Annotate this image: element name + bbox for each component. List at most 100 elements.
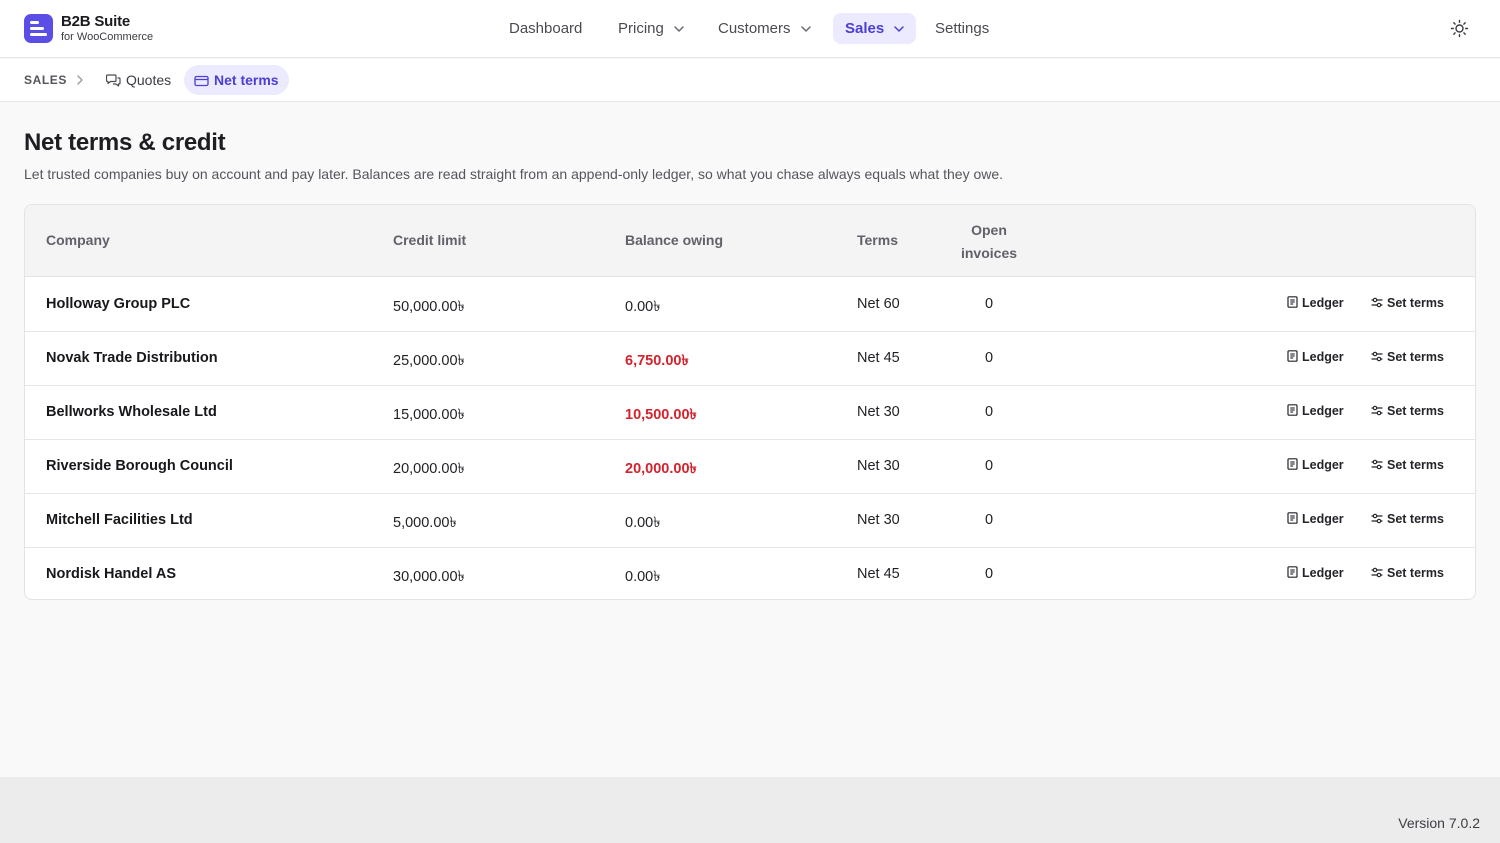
- table-row: Holloway Group PLC 50,000.00৳ 0.00৳ Net 60 0…: [25, 278, 1475, 332]
- set-terms-button-label: Set terms: [1387, 458, 1444, 472]
- ledger-button-label: Ledger: [1302, 296, 1344, 310]
- table-row: Nordisk Handel AS 30,000.00৳ 0.00৳ Net 45 0 L…: [25, 548, 1475, 599]
- nav-pricing[interactable]: Pricing: [606, 13, 696, 44]
- balance-owing: 6,750.00৳: [625, 353, 689, 369]
- ledger-button[interactable]: Ledger: [1287, 512, 1344, 526]
- app-logo-icon[interactable]: [24, 14, 53, 43]
- set-terms-button[interactable]: Set terms: [1371, 404, 1444, 418]
- breadcrumb-net-terms[interactable]: Net terms: [184, 65, 289, 95]
- set-terms-button-label: Set terms: [1387, 566, 1444, 580]
- ledger-button-label: Ledger: [1302, 458, 1344, 472]
- balance-owing: 0.00৳: [625, 515, 661, 531]
- credit-limit: 15,000.00৳: [393, 407, 465, 423]
- payment-terms: Net 45: [857, 566, 900, 582]
- top-navigation: B2B Suite for WooCommerce Dashboard Pric…: [0, 0, 1500, 58]
- nav-customers[interactable]: Customers: [706, 13, 823, 44]
- chevron-down-icon: [894, 26, 905, 32]
- ledger-icon: [1287, 296, 1298, 308]
- open-invoices-count: 0: [984, 350, 994, 366]
- payment-terms: Net 45: [857, 350, 900, 366]
- nav-sales[interactable]: Sales: [833, 13, 917, 44]
- table-row: Riverside Borough Council 20,000.00৳ 20,00…: [25, 440, 1475, 494]
- nav-settings-label: Settings: [935, 20, 990, 37]
- column-header-credit-limit: Credit limit: [393, 232, 467, 248]
- table-row: Bellworks Wholesale Ltd 15,000.00৳ 10,500.…: [25, 386, 1475, 440]
- chevron-down-icon: [674, 26, 684, 32]
- nav-settings[interactable]: Settings: [923, 13, 1001, 44]
- net-terms-table: Company Credit limit Balance owing Terms…: [24, 204, 1476, 600]
- set-terms-button[interactable]: Set terms: [1371, 350, 1444, 364]
- nav-sales-label: Sales: [845, 20, 885, 37]
- ledger-button[interactable]: Ledger: [1287, 350, 1344, 364]
- chat-bubbles-icon: [105, 74, 121, 87]
- ledger-button[interactable]: Ledger: [1287, 458, 1344, 472]
- ledger-icon: [1287, 458, 1298, 470]
- sliders-icon: [1371, 459, 1383, 470]
- table-row: Mitchell Facilities Ltd 5,000.00৳ 0.00৳ Net…: [25, 494, 1475, 548]
- column-header-terms: Terms: [857, 232, 898, 248]
- company-name: Riverside Borough Council: [46, 458, 233, 474]
- page-title: Net terms & credit: [24, 129, 226, 156]
- table-row: Novak Trade Distribution 25,000.00৳ 6,750.…: [25, 332, 1475, 386]
- balance-owing: 0.00৳: [625, 569, 661, 585]
- payment-terms: Net 30: [857, 404, 900, 420]
- column-header-open-invoices-line2: invoices: [960, 245, 1018, 261]
- version-label: Version 7.0.2: [1398, 815, 1480, 831]
- balance-owing: 0.00৳: [625, 299, 661, 315]
- breadcrumb-quotes-label: Quotes: [126, 72, 172, 88]
- nav-dashboard[interactable]: Dashboard: [497, 13, 594, 44]
- ledger-button-label: Ledger: [1302, 350, 1344, 364]
- ledger-icon: [1287, 566, 1298, 578]
- payment-terms: Net 30: [857, 512, 900, 528]
- ledger-button[interactable]: Ledger: [1287, 296, 1344, 310]
- column-header-balance-owing: Balance owing: [625, 232, 724, 248]
- chevron-right-icon: [77, 75, 83, 85]
- balance-owing: 10,500.00৳: [625, 407, 697, 423]
- column-header-company: Company: [46, 232, 110, 248]
- sliders-icon: [1371, 405, 1383, 416]
- table-header: Company Credit limit Balance owing Terms…: [25, 205, 1475, 277]
- app-name: B2B Suite: [61, 13, 131, 30]
- sliders-icon: [1371, 351, 1383, 362]
- ledger-icon: [1287, 404, 1298, 416]
- company-name: Novak Trade Distribution: [46, 350, 218, 366]
- set-terms-button-label: Set terms: [1387, 512, 1444, 526]
- set-terms-button-label: Set terms: [1387, 350, 1444, 364]
- set-terms-button-label: Set terms: [1387, 404, 1444, 418]
- nav-dashboard-label: Dashboard: [509, 20, 583, 37]
- open-invoices-count: 0: [984, 512, 994, 528]
- set-terms-button[interactable]: Set terms: [1371, 458, 1444, 472]
- ledger-button-label: Ledger: [1302, 566, 1344, 580]
- credit-card-icon: [194, 75, 209, 87]
- payment-terms: Net 30: [857, 458, 900, 474]
- set-terms-button-label: Set terms: [1387, 296, 1444, 310]
- credit-limit: 50,000.00৳: [393, 299, 465, 315]
- payment-terms: Net 60: [857, 296, 900, 312]
- breadcrumb-root[interactable]: SALES: [24, 73, 67, 87]
- nav-customers-label: Customers: [718, 20, 791, 37]
- open-invoices-count: 0: [984, 566, 994, 582]
- company-name: Mitchell Facilities Ltd: [46, 512, 193, 528]
- page-description: Let trusted companies buy on account and…: [24, 166, 1004, 182]
- column-header-open-invoices-line1: Open: [971, 222, 1007, 238]
- company-name: Bellworks Wholesale Ltd: [46, 404, 217, 420]
- column-header-open-invoices: Open invoices: [949, 219, 1029, 265]
- sun-icon[interactable]: [1449, 18, 1470, 39]
- sliders-icon: [1371, 297, 1383, 308]
- open-invoices-count: 0: [984, 404, 994, 420]
- set-terms-button[interactable]: Set terms: [1371, 512, 1444, 526]
- open-invoices-count: 0: [984, 296, 994, 312]
- company-name: Holloway Group PLC: [46, 296, 191, 312]
- ledger-button[interactable]: Ledger: [1287, 404, 1344, 418]
- ledger-button[interactable]: Ledger: [1287, 566, 1344, 580]
- breadcrumb: SALES Quotes Net terms: [0, 59, 1500, 102]
- ledger-button-label: Ledger: [1302, 512, 1344, 526]
- chevron-down-icon: [800, 26, 811, 32]
- set-terms-button[interactable]: Set terms: [1371, 296, 1444, 310]
- breadcrumb-net-terms-label: Net terms: [214, 72, 279, 88]
- set-terms-button[interactable]: Set terms: [1371, 566, 1444, 580]
- footer: Version 7.0.2: [0, 777, 1500, 843]
- ledger-icon: [1287, 512, 1298, 524]
- ledger-icon: [1287, 350, 1298, 362]
- breadcrumb-quotes[interactable]: Quotes: [96, 65, 181, 95]
